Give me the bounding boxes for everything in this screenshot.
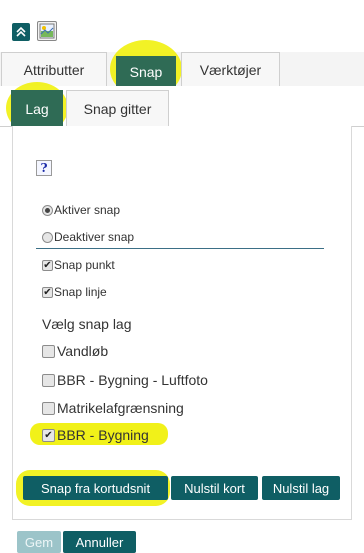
- cancel-button[interactable]: Annuller: [63, 531, 136, 553]
- radio-button[interactable]: [42, 231, 53, 243]
- checkbox-label: Vandløb: [57, 343, 109, 359]
- tab-snap[interactable]: Snap: [116, 56, 176, 86]
- reset-layer-button[interactable]: Nulstil lag: [262, 476, 340, 500]
- checkbox-label: BBR - Bygning: [57, 427, 149, 443]
- divider: [36, 248, 324, 249]
- tab-attributter[interactable]: Attributter: [1, 52, 107, 86]
- save-button[interactable]: Gem: [17, 531, 61, 553]
- checkbox-label: BBR - Bygning - Luftfoto: [57, 372, 208, 388]
- map-image-icon: [39, 23, 55, 39]
- checkbox-layer-matrikel[interactable]: Matrikelafgrænsning: [42, 400, 184, 416]
- checkbox[interactable]: [42, 344, 55, 358]
- tab-lag[interactable]: Lag: [11, 90, 63, 126]
- tab-label: Lag: [25, 100, 49, 117]
- tab-label: Snap: [129, 63, 163, 80]
- layers-heading: Vælg snap lag: [42, 316, 132, 332]
- radio-label: Deaktiver snap: [54, 230, 135, 244]
- collapse-button[interactable]: [12, 23, 30, 41]
- tab-vaerktoejer[interactable]: Værktøjer: [181, 52, 280, 86]
- help-icon[interactable]: ?: [36, 160, 52, 176]
- reset-map-button[interactable]: Nulstil kort: [171, 476, 258, 500]
- radio-deaktiver-snap[interactable]: Deaktiver snap: [42, 230, 134, 244]
- checkbox-label: Snap linje: [54, 285, 107, 299]
- checkbox-layer-bbr-bygning[interactable]: ✔ BBR - Bygning: [42, 427, 149, 443]
- checkbox-snap-punkt[interactable]: ✔ Snap punkt: [42, 258, 115, 272]
- checkbox-layer-vandloeb[interactable]: Vandløb: [42, 343, 108, 359]
- map-view-button[interactable]: [37, 21, 57, 41]
- tab-label: Snap gitter: [83, 100, 152, 117]
- tab-label: Attributter: [23, 61, 85, 78]
- checkbox-snap-linje[interactable]: ✔ Snap linje: [42, 285, 107, 299]
- double-chevron-up-icon: [16, 26, 26, 37]
- tab-snap-gitter[interactable]: Snap gitter: [66, 90, 169, 126]
- radio-button[interactable]: [42, 204, 53, 216]
- radio-aktiver-snap[interactable]: Aktiver snap: [42, 203, 120, 217]
- checkbox[interactable]: ✔: [42, 259, 53, 271]
- snap-from-extent-button[interactable]: Snap fra kortudsnit: [23, 476, 168, 500]
- checkbox-layer-bbr-luftfoto[interactable]: BBR - Bygning - Luftfoto: [42, 372, 208, 388]
- checkbox[interactable]: ✔: [42, 428, 55, 442]
- tab-label: Værktøjer: [199, 61, 262, 78]
- checkbox[interactable]: [42, 401, 55, 415]
- checkbox[interactable]: [42, 373, 55, 387]
- checkbox[interactable]: ✔: [42, 286, 53, 298]
- radio-label: Aktiver snap: [54, 203, 121, 217]
- checkbox-label: Snap punkt: [54, 258, 115, 272]
- checkbox-label: Matrikelafgrænsning: [57, 400, 184, 416]
